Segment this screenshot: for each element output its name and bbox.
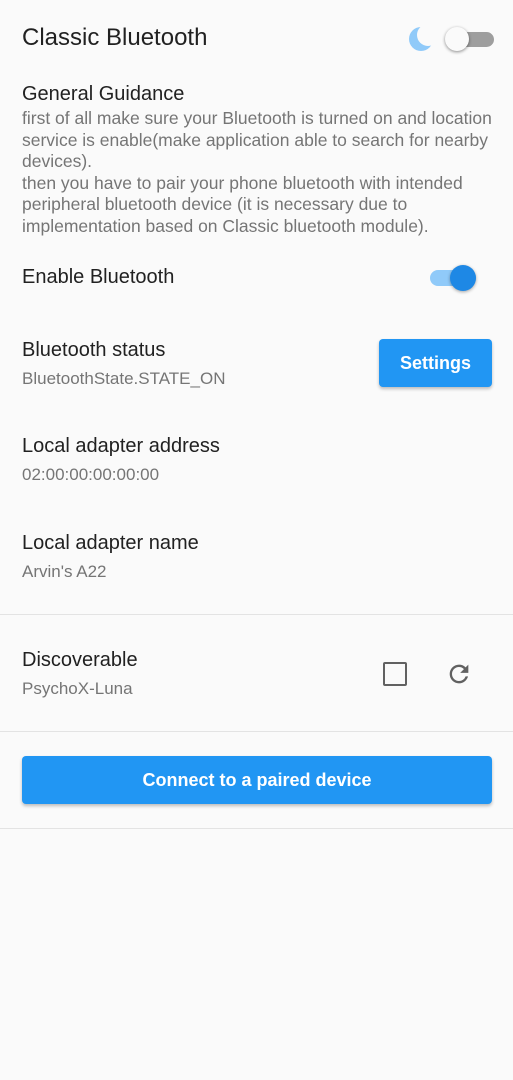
app-title: Classic Bluetooth: [22, 24, 208, 51]
discoverable-title: Discoverable: [22, 649, 138, 671]
adapter-address-title: Local adapter address: [22, 435, 220, 457]
enable-bluetooth-label: Enable Bluetooth: [22, 266, 175, 288]
discoverable-checkbox[interactable]: [383, 662, 407, 686]
dark-mode-toggle-thumb: [445, 27, 469, 51]
dark-mode-toggle[interactable]: [444, 27, 496, 51]
adapter-name-title: Local adapter name: [22, 532, 199, 554]
guidance-text: first of all make sure your Bluetooth is…: [22, 108, 492, 236]
enable-bluetooth-switch-thumb: [450, 265, 476, 291]
connect-paired-device-button[interactable]: Connect to a paired device: [22, 756, 492, 804]
moon-icon: [405, 22, 435, 56]
discoverable-value: PsychoX-Luna: [22, 679, 133, 698]
bluetooth-status-title: Bluetooth status: [22, 339, 166, 361]
bluetooth-status-value: BluetoothState.STATE_ON: [22, 369, 226, 388]
refresh-icon[interactable]: [445, 660, 473, 688]
divider: [0, 614, 513, 615]
adapter-address-value: 02:00:00:00:00:00: [22, 465, 160, 484]
settings-button[interactable]: Settings: [379, 339, 492, 387]
divider: [0, 828, 513, 829]
enable-bluetooth-switch[interactable]: [428, 263, 480, 293]
guidance-title: General Guidance: [22, 83, 185, 105]
adapter-name-value: Arvin's A22: [22, 562, 107, 581]
divider: [0, 731, 513, 732]
